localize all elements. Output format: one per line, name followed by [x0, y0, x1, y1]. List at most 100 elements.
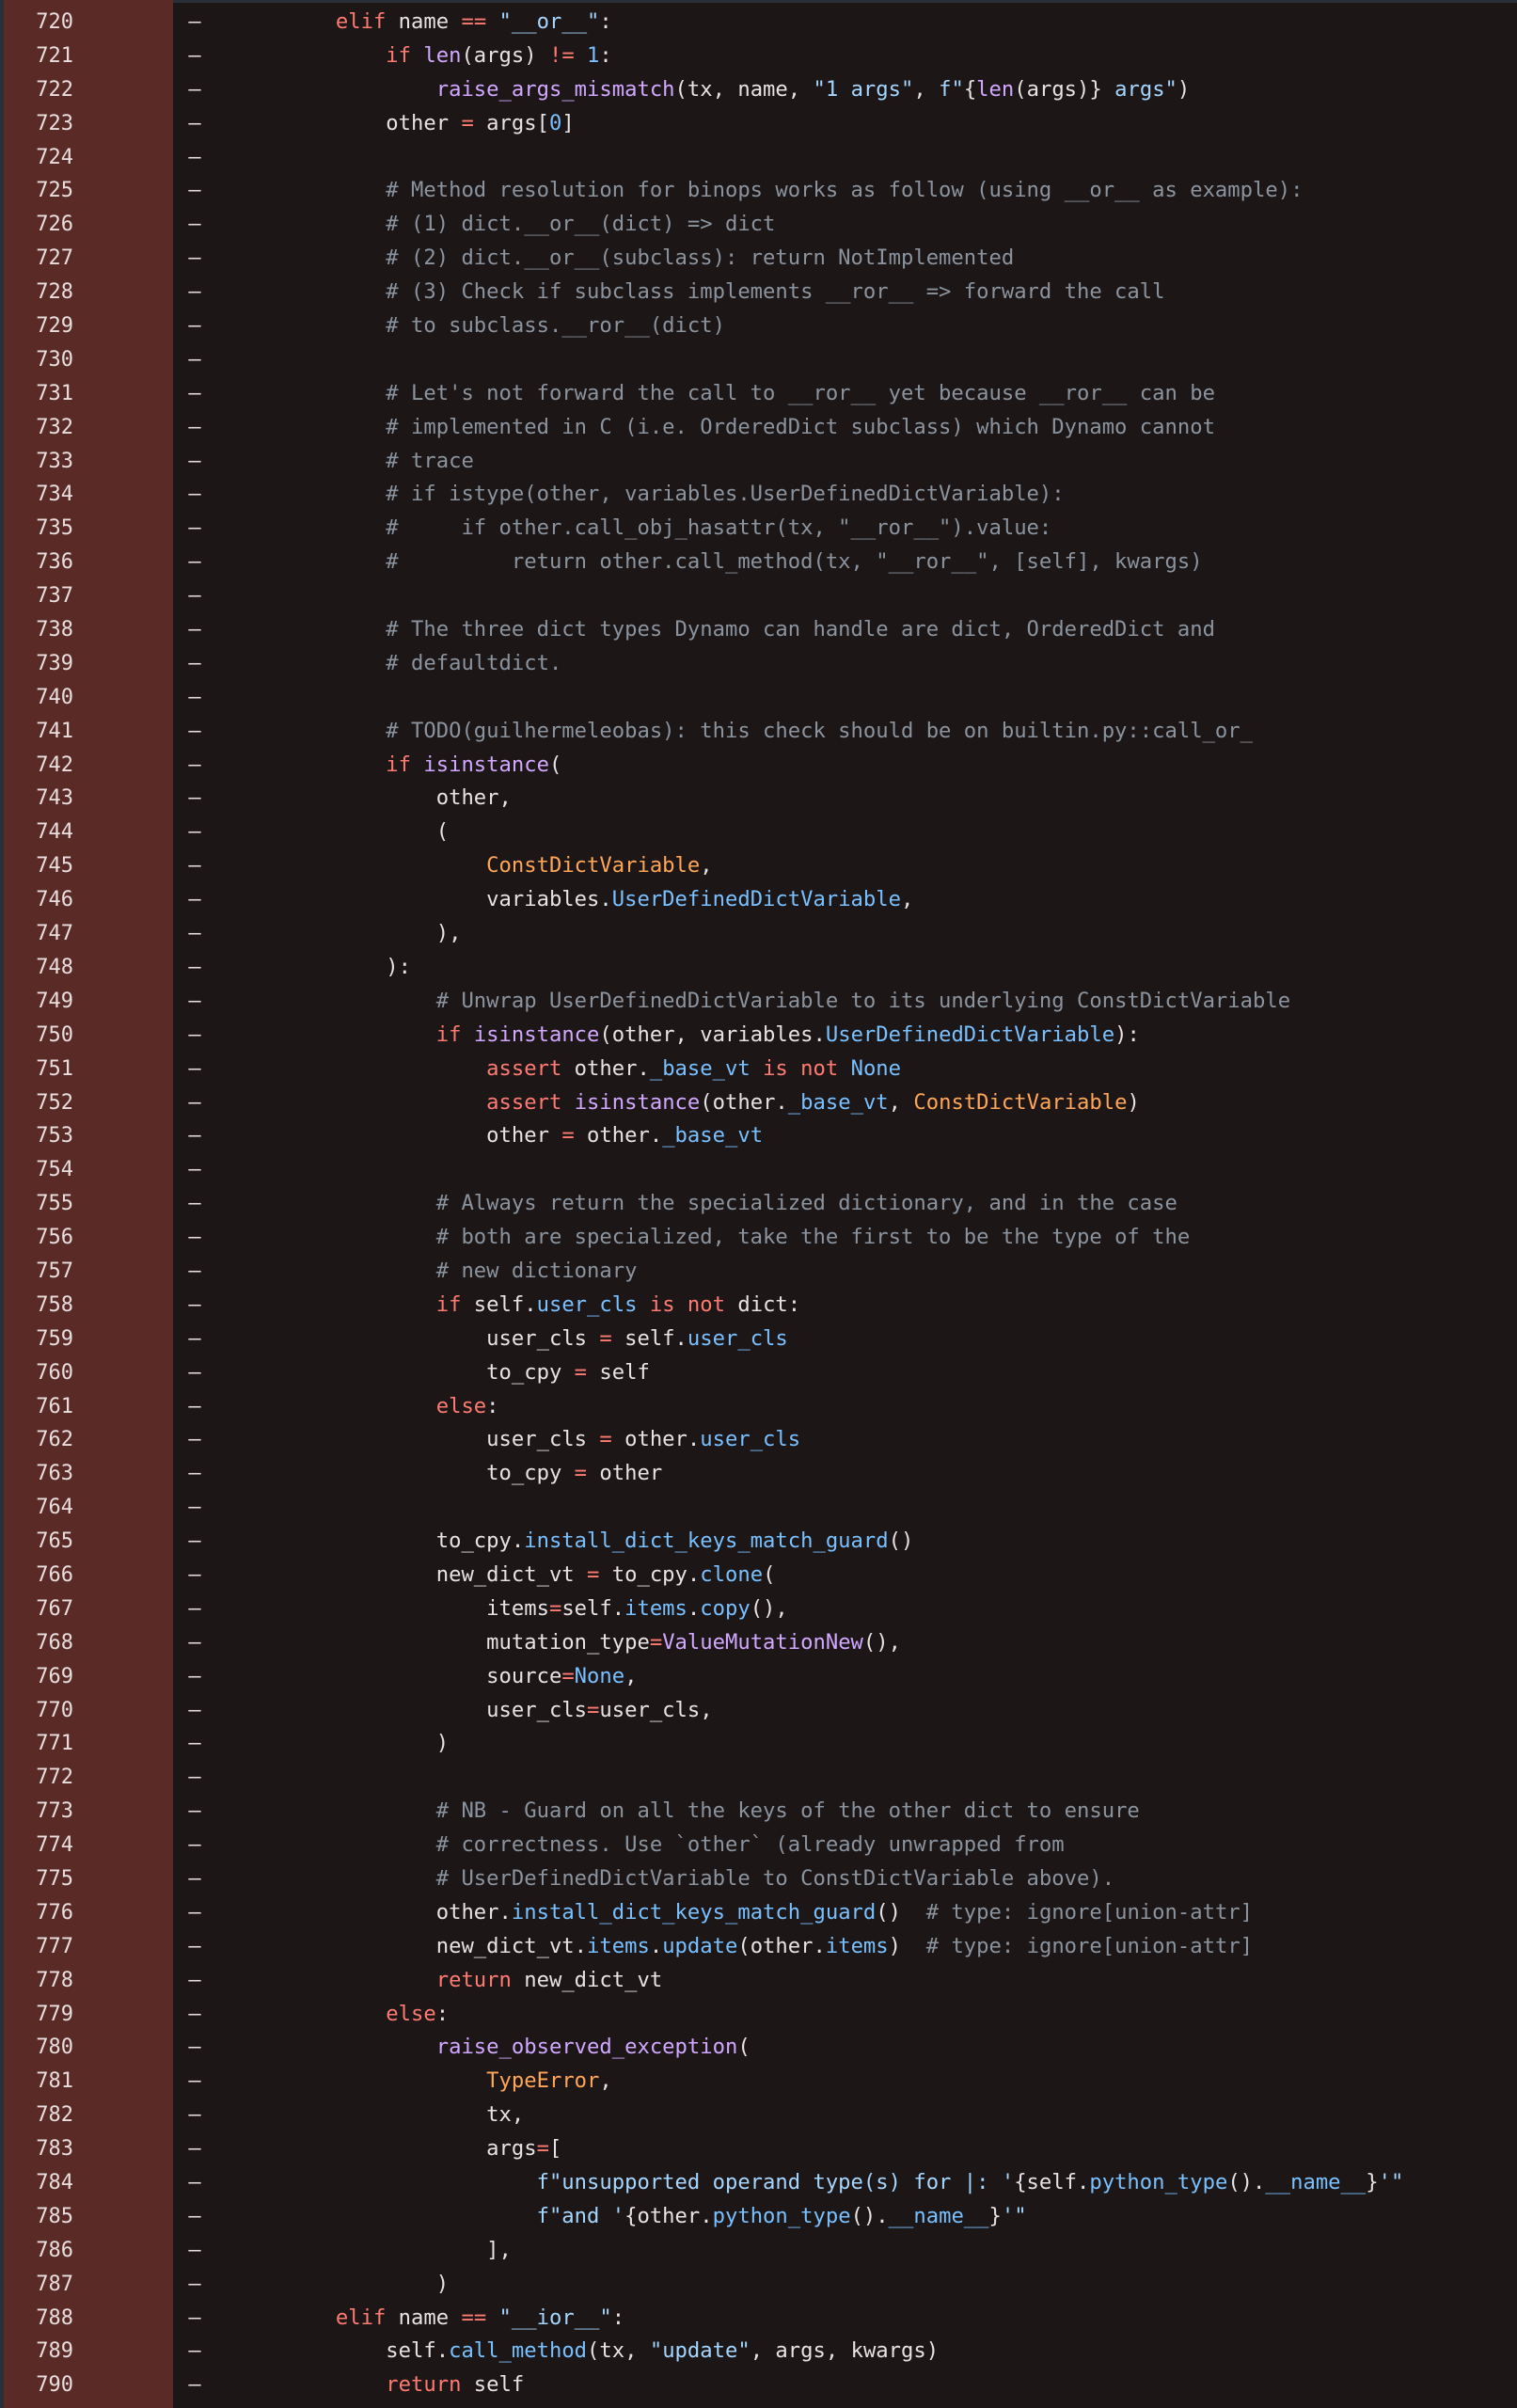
diff-line[interactable]: 779 – else: [0, 1998, 1517, 2032]
code-token: new_dict_vt. [235, 1933, 588, 1958]
deletion-marker: – [188, 314, 201, 339]
diff-line[interactable]: 742 – if isinstance( [0, 749, 1517, 783]
diff-line[interactable]: 767– items=self.items.copy(), [0, 1592, 1517, 1626]
line-number: 761 [36, 1394, 73, 1418]
diff-line[interactable]: 754 – [0, 1153, 1517, 1187]
deletion-marker: – [188, 1732, 201, 1756]
diff-line[interactable]: 780 – raise_observed_exception( [0, 2031, 1517, 2065]
diff-line[interactable]: 723 – other = args[0] [0, 107, 1517, 141]
diff-line[interactable]: 790 – return self [0, 2368, 1517, 2402]
diff-line[interactable]: 747 – ), [0, 917, 1517, 951]
diff-line[interactable]: 778 – return new_dict_vt [0, 1964, 1517, 1998]
diff-line[interactable]: 728 – # (3) Check if subclass implements … [0, 276, 1517, 309]
line-number: 760 [36, 1360, 73, 1385]
deletion-marker: – [188, 2305, 201, 2330]
diff-line[interactable]: 764 – [0, 1491, 1517, 1525]
diff-line[interactable]: 727 – # (2) dict.__or__(subclass): return… [0, 242, 1517, 276]
diff-line[interactable]: 721 – if len(args) != 1: [0, 40, 1517, 73]
code-content: # both are specialized, take the first t… [235, 1221, 1517, 1255]
diff-line[interactable]: 777– new_dict_vt.items.update(other.item… [0, 1930, 1517, 1964]
diff-line[interactable]: 765 – to_cpy.install_dict_keys_match_guar… [0, 1525, 1517, 1559]
diff-line[interactable]: 738 – # The three dict types Dynamo can h… [0, 613, 1517, 647]
code-token: install_dict_keys_match_guard [511, 1899, 877, 1925]
diff-line[interactable]: 740 – [0, 681, 1517, 715]
code-token: () [876, 1899, 926, 1925]
deletion-marker: – [188, 2272, 201, 2296]
diff-line[interactable]: 773 – # NB - Guard on all the keys of the… [0, 1795, 1517, 1829]
code-content: # trace [235, 445, 1517, 479]
diff-line[interactable]: 746 – variables.UserDefinedDictVariable, [0, 883, 1517, 917]
diff-line[interactable]: 784 – f"unsupported operand type(s) for |… [0, 2166, 1517, 2200]
line-number: 786 [36, 2238, 73, 2262]
code-token: TypeError [486, 2068, 600, 2094]
deletion-marker: – [188, 280, 201, 305]
diff-line[interactable]: 753 – other = other._base_vt [0, 1119, 1517, 1153]
diff-line[interactable]: 745 – ConstDictVariable, [0, 849, 1517, 883]
deletion-marker: – [188, 1428, 201, 1452]
diff-line[interactable]: 755 – # Always return the specialized dic… [0, 1187, 1517, 1221]
diff-line[interactable]: 771 – ) [0, 1727, 1517, 1761]
diff-line[interactable]: 759– user_cls = self.user_cls [0, 1323, 1517, 1356]
diff-line[interactable]: 785 – f"and '{other.python_type().__name_… [0, 2200, 1517, 2234]
diff-line[interactable]: 748 – ): [0, 951, 1517, 985]
diff-line[interactable]: 788 – elif name == "__ior__": [0, 2302, 1517, 2336]
diff-line[interactable]: 724 – [0, 141, 1517, 175]
diff-line[interactable]: 730 – [0, 343, 1517, 377]
diff-line[interactable]: 739 – # defaultdict. [0, 647, 1517, 681]
code-token: # (3) Check if subclass implements __ror… [386, 279, 1165, 305]
deletion-marker: – [188, 1529, 201, 1554]
diff-line[interactable]: 726 – # (1) dict.__or__(dict) => dict [0, 208, 1517, 242]
diff-line[interactable]: 744 – ( [0, 816, 1517, 849]
diff-line[interactable]: 761 – else: [0, 1390, 1517, 1424]
diff-line[interactable]: 775 – # UserDefinedDictVariable to ConstD… [0, 1862, 1517, 1896]
code-token: ) [235, 2271, 450, 2296]
diff-line[interactable]: 766 – new_dict_vt = to_cpy.clone( [0, 1559, 1517, 1592]
diff-line[interactable]: 725 – # Method resolution for binops work… [0, 174, 1517, 208]
diff-line[interactable]: 789 – self.call_method(tx, "update", args… [0, 2335, 1517, 2368]
diff-line[interactable]: 757 – # new dictionary [0, 1255, 1517, 1289]
diff-line[interactable]: 751 – assert other._base_vt is not None [0, 1053, 1517, 1086]
diff-line[interactable]: 758 – if self.user_cls is not dict: [0, 1289, 1517, 1323]
diff-line[interactable]: 770 – user_cls=user_cls, [0, 1694, 1517, 1728]
deletion-marker: – [188, 1799, 201, 1824]
diff-line[interactable]: 786 – ], [0, 2234, 1517, 2268]
diff-line[interactable]: 734 – # if istype(other, variables.UserDe… [0, 478, 1517, 512]
diff-line[interactable]: 752 – assert isinstance(other._base_vt, C… [0, 1086, 1517, 1120]
diff-line[interactable]: 762– user_cls = other.user_cls [0, 1423, 1517, 1457]
diff-line[interactable]: 769 – source=None, [0, 1660, 1517, 1694]
diff-line[interactable]: 760 – to_cpy = self [0, 1356, 1517, 1390]
diff-line[interactable]: 772 – [0, 1761, 1517, 1795]
diff-line[interactable]: 720 – elif name == "__or__": [0, 6, 1517, 40]
diff-line[interactable]: 735 – # if other.call_obj_hasattr(tx, "__… [0, 512, 1517, 546]
code-content: ) [235, 2268, 1517, 2302]
code-content: # implemented in C (i.e. OrderedDict sub… [235, 411, 1517, 445]
diff-line[interactable]: 722 – raise_args_mismatch(tx, name, "1 ar… [0, 73, 1517, 107]
code-token: # return other.call_method(tx, "__ror__"… [386, 549, 1203, 575]
code-content: mutation_type=ValueMutationNew(), [235, 1626, 1517, 1660]
code-token: (), [862, 1629, 901, 1655]
diff-line[interactable]: 729 – # to subclass.__ror__(dict) [0, 309, 1517, 343]
code-token: if [386, 42, 412, 68]
diff-line[interactable]: 782 – tx, [0, 2099, 1517, 2132]
diff-line[interactable]: 731 – # Let's not forward the call to __r… [0, 377, 1517, 411]
diff-line[interactable]: 783 – args=[ [0, 2132, 1517, 2166]
diff-line[interactable]: 750 – if isinstance(other, variables.User… [0, 1019, 1517, 1053]
diff-line[interactable]: 737 – [0, 579, 1517, 613]
diff-line[interactable]: 787 – ) [0, 2268, 1517, 2302]
diff-line[interactable]: 781 – TypeError, [0, 2065, 1517, 2099]
diff-line[interactable]: 756 – # both are specialized, take the fi… [0, 1221, 1517, 1255]
diff-line[interactable]: 749 – # Unwrap UserDefinedDictVariable to… [0, 985, 1517, 1019]
diff-line[interactable]: 763 – to_cpy = other [0, 1457, 1517, 1491]
diff-line[interactable]: 774 – # correctness. Use `other` (already… [0, 1829, 1517, 1862]
diff-line[interactable]: 736 – # return other.call_method(tx, "__r… [0, 546, 1517, 579]
diff-line[interactable]: 732 – # implemented in C (i.e. OrderedDic… [0, 411, 1517, 445]
diff-line[interactable]: 741 – # TODO(guilhermeleobas): this check… [0, 715, 1517, 749]
code-token: (tx, [587, 2338, 650, 2364]
diff-line[interactable]: 768 – mutation_type=ValueMutationNew(), [0, 1626, 1517, 1660]
diff-line[interactable]: 733 – # trace [0, 445, 1517, 479]
diff-line[interactable]: 776 – other.install_dict_keys_match_guard… [0, 1896, 1517, 1930]
diff-line[interactable]: 743 – other, [0, 782, 1517, 816]
